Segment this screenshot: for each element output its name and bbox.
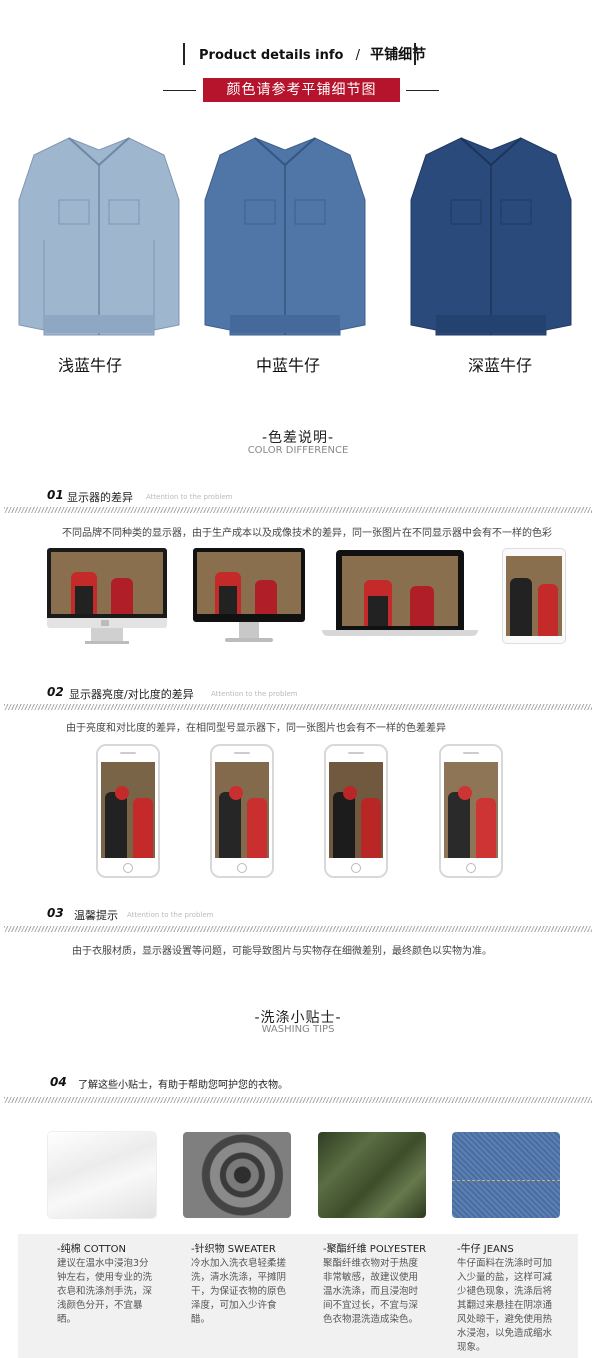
fabric-cotton-swatch — [48, 1132, 156, 1218]
item-03-number: 03 — [47, 906, 64, 920]
item-01-number: 01 — [47, 488, 64, 502]
banner-left-line — [163, 90, 196, 91]
jacket-medium-blue — [200, 130, 370, 340]
header-title-cn: 平铺细节 — [370, 47, 427, 63]
item-02-number: 02 — [47, 685, 64, 699]
phone-4 — [439, 744, 503, 878]
item-03-divider — [4, 926, 592, 932]
item-02-divider — [4, 704, 592, 710]
color-difference-title: -色差说明- — [261, 430, 335, 446]
washing-tips-subtitle: WASHING TIPS — [261, 1024, 335, 1035]
tip-04-divider — [4, 1097, 592, 1103]
item-01-divider — [4, 507, 592, 513]
tip-04-title: 了解这些小贴士，有助于帮助您呵护您的衣物。 — [78, 1080, 288, 1091]
header-right-bar — [414, 43, 416, 65]
item-01-title: 显示器的差异 — [67, 491, 133, 504]
color-reference-banner: 颜色请参考平铺细节图 — [203, 78, 400, 102]
jacket-label-medium: 中蓝牛仔 — [255, 356, 320, 375]
header-title: Product details info / 平铺细节 — [199, 44, 426, 64]
fabric-sweater-swatch — [183, 1132, 291, 1218]
polyester-text: 聚酯纤维衣物对于热度非常敏感，故建议使用温水洗涤，而且浸泡时间不宜过长，不宜与深… — [323, 1258, 419, 1325]
header-left-bar — [183, 43, 185, 65]
black-monitor — [193, 548, 305, 646]
polyester-title: -聚酯纤维 POLYESTER — [323, 1244, 427, 1255]
item-01-en: Attention to the problem — [146, 493, 233, 501]
jacket-label-dark: 深蓝牛仔 — [467, 356, 532, 375]
item-03-title: 温馨提示 — [74, 909, 118, 922]
jeans-title: -牛仔 JEANS — [457, 1244, 514, 1255]
header-title-en: Product details info — [199, 48, 344, 63]
item-03-desc: 由于衣服材质，显示器设置等问题，可能导致图片与实物存在细微差别，最终颜色以实物为… — [72, 946, 492, 957]
item-01-desc: 不同品牌不同种类的显示器，由于生产成本以及成像技术的差异，同一张图片在不同显示器… — [62, 528, 552, 539]
sweater-title: -针织物 SWEATER — [191, 1244, 276, 1255]
fabric-polyester-swatch — [318, 1132, 426, 1218]
jacket-label-light: 浅蓝牛仔 — [57, 356, 122, 375]
jeans-text: 牛仔面料在洗涤时可加入少量的盐，这样可减少褪色现象，洗涤后将其翻过来悬挂在阴凉通… — [457, 1258, 553, 1353]
sweater-text: 冷水加入洗衣皂轻柔搓洗，清水洗涤，平摊阴干，为保证衣物的原色泽度，可加入少许食醋… — [191, 1258, 287, 1325]
item-02-en: Attention to the problem — [211, 690, 298, 698]
jacket-dark-blue — [406, 130, 576, 340]
phone-1 — [96, 744, 160, 878]
item-02-desc: 由于亮度和对比度的差异，在相同型号显示器下，同一张图片也会有不一样的色差差异 — [66, 723, 446, 734]
header-separator: / — [355, 48, 360, 63]
item-02-title: 显示器亮度/对比度的差异 — [69, 688, 194, 701]
tablet — [502, 548, 566, 644]
imac-monitor — [47, 548, 167, 646]
banner-right-line — [406, 90, 439, 91]
jacket-light-blue — [14, 130, 184, 340]
cotton-title: -纯棉 COTTON — [57, 1244, 127, 1255]
laptop — [322, 550, 478, 640]
cotton-text: 建议在温水中浸泡3分钟左右，使用专业的洗衣皂和洗涤剂手洗，深浅颜色分开，不宜暴晒… — [57, 1258, 153, 1325]
color-difference-subtitle: COLOR DIFFERENCE — [247, 445, 349, 456]
phone-2 — [210, 744, 274, 878]
phone-3 — [324, 744, 388, 878]
fabric-jeans-swatch — [452, 1132, 560, 1218]
item-03-en: Attention to the problem — [127, 911, 214, 919]
tip-04-number: 04 — [50, 1075, 67, 1089]
